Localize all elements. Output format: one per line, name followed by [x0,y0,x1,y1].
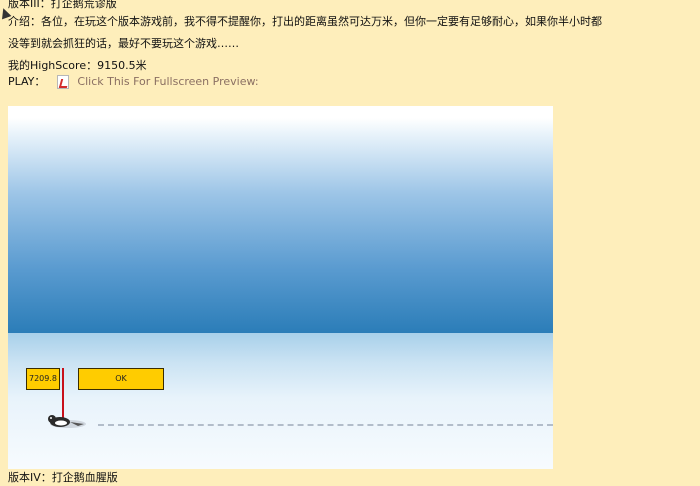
next-version-title: 版本IV：打企鹅血腥版 [8,471,118,484]
version-title: 版本III：打企鹅荒谬版 [8,0,117,10]
play-label: PLAY： [8,75,46,88]
fullscreen-preview-link[interactable]: Click This For Fullscreen Preview: [77,74,258,90]
game-sky [8,118,553,333]
play-row: PLAY： Click This For Fullscreen Preview: [8,74,259,90]
highscore-text: 我的HighScore：9150.5米 [8,59,147,72]
intro-text-line-2: 没等到就会抓狂的话，最好不要玩这个游戏…… [8,37,239,50]
ok-button[interactable]: OK [78,368,164,390]
game-canvas[interactable]: 7209.8 OK [8,106,553,469]
game-snow-ground [8,333,553,469]
intro-text-line-1: 介绍：各位，在玩这个版本游戏前，我不得不提醒你，打出的距离虽然可达万米，但你一定… [8,15,602,28]
distance-readout: 7209.8 [26,368,60,390]
penguin-icon [48,415,86,428]
document-icon[interactable] [57,75,70,89]
penguin-track-dashes [98,424,553,426]
